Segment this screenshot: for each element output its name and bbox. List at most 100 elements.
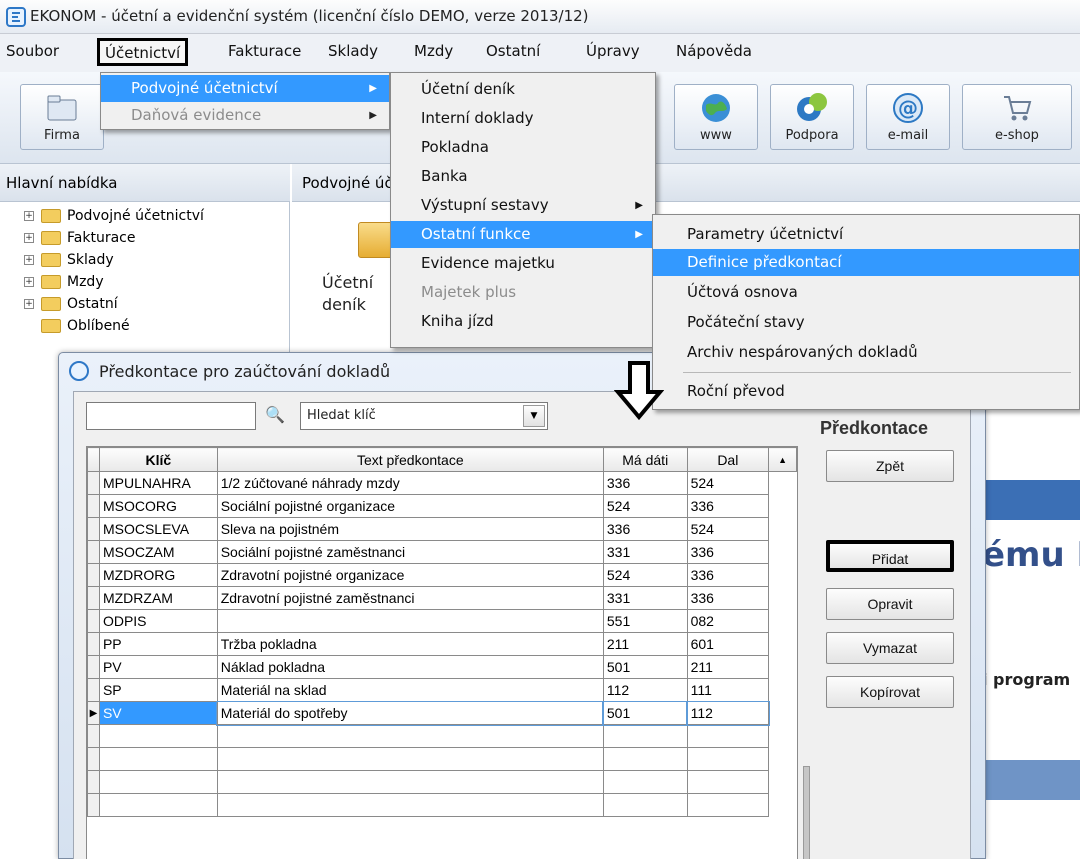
table-row[interactable]: SP Materiál na sklad 112 111	[87, 678, 797, 702]
search-field-select[interactable]: Hledat klíč ▼	[300, 402, 548, 430]
menu-sklady[interactable]: Sklady	[328, 41, 378, 61]
cell-dal[interactable]: 601	[686, 632, 770, 656]
expand-icon[interactable]: +	[24, 233, 34, 243]
table-row[interactable]	[87, 793, 797, 817]
table-row[interactable]: MZDRZAM Zdravotní pojistné zaměstnanci 331…	[87, 586, 797, 610]
predkontace-grid[interactable]: Klíč Text předkontace Má dáti Dal ▲ MPUL…	[86, 446, 798, 859]
cell-dal[interactable]: 336	[686, 540, 770, 564]
row-indicator[interactable]	[87, 655, 100, 679]
menu-item-vystupni-sestavy[interactable]: Výstupní sestavy ▶	[391, 192, 655, 219]
menu-item-danova-evidence[interactable]: Daňová evidence ▶	[101, 102, 389, 129]
binoculars-icon[interactable]: 🔍	[262, 402, 288, 428]
cell-ma-dati[interactable]: 211	[602, 632, 688, 656]
menu-item-kniha-jizd[interactable]: Kniha jízd	[391, 308, 655, 335]
menu-ostatni[interactable]: Ostatní	[486, 41, 540, 61]
cell-ma-dati[interactable]: 336	[602, 517, 688, 541]
cell-klic[interactable]: PV	[98, 655, 218, 679]
col-header-text[interactable]: Text předkontace	[216, 447, 604, 472]
row-indicator[interactable]	[87, 724, 100, 748]
opravit-button[interactable]: Opravit	[826, 588, 954, 620]
cell-ma-dati[interactable]: 331	[602, 586, 688, 610]
row-indicator[interactable]	[87, 540, 100, 564]
cell-ma-dati[interactable]	[602, 724, 688, 748]
cell-dal[interactable]: 524	[686, 471, 770, 495]
row-pointer-icon[interactable]: ▶	[87, 701, 100, 725]
row-indicator[interactable]	[87, 609, 100, 633]
vertical-scrollbar[interactable]	[803, 766, 810, 859]
row-indicator[interactable]	[87, 471, 100, 495]
row-indicator[interactable]	[87, 678, 100, 702]
table-row[interactable]: PV Náklad pokladna 501 211	[87, 655, 797, 679]
cell-ma-dati[interactable]: 501	[602, 655, 688, 679]
cell-klic[interactable]: MZDRZAM	[98, 586, 218, 610]
cell-ma-dati[interactable]: 331	[602, 540, 688, 564]
menu-item-rocni-prevod[interactable]: Roční převod	[653, 378, 1079, 405]
cell-klic[interactable]: SV	[98, 701, 218, 725]
menu-item-podvojne-ucetnictvi[interactable]: Podvojné účetnictví ▶	[101, 75, 389, 102]
row-indicator[interactable]	[87, 494, 100, 518]
cell-dal[interactable]: 336	[686, 563, 770, 587]
cell-text[interactable]: Materiál na sklad	[216, 678, 604, 702]
expand-icon[interactable]: +	[24, 299, 34, 309]
toolbar-podpora-button[interactable]: Podpora	[770, 84, 854, 150]
cell-klic[interactable]: MPULNAHRA	[98, 471, 218, 495]
col-header-dal[interactable]: Dal	[686, 447, 770, 472]
cell-text[interactable]: Náklad pokladna	[216, 655, 604, 679]
kopirovat-button[interactable]: Kopírovat	[826, 676, 954, 708]
cell-klic[interactable]	[98, 747, 218, 771]
table-row[interactable]: ODPIS 551 082	[87, 609, 797, 633]
cell-klic[interactable]: MSOCZAM	[98, 540, 218, 564]
cell-text[interactable]	[216, 793, 604, 817]
cell-klic[interactable]: MSOCSLEVA	[98, 517, 218, 541]
table-row[interactable]: MSOCSLEVA Sleva na pojistném 336 524	[87, 517, 797, 541]
cell-dal[interactable]	[686, 724, 770, 748]
col-header-ma-dati[interactable]: Má dáti	[602, 447, 688, 472]
cell-dal[interactable]: 082	[686, 609, 770, 633]
cell-text[interactable]: Sleva na pojistném	[216, 517, 604, 541]
cell-klic[interactable]: MZDRORG	[98, 563, 218, 587]
cell-text[interactable]: Zdravotní pojistné zaměstnanci	[216, 586, 604, 610]
cell-dal[interactable]: 336	[686, 494, 770, 518]
cell-ma-dati[interactable]: 524	[602, 494, 688, 518]
cell-text[interactable]: Sociální pojistné zaměstnanci	[216, 540, 604, 564]
cell-dal[interactable]	[686, 770, 770, 794]
toolbar-firma-button[interactable]: Firma	[20, 84, 104, 150]
cell-dal[interactable]: 211	[686, 655, 770, 679]
table-row[interactable]: MSOCZAM Sociální pojistné zaměstnanci 331 3…	[87, 540, 797, 564]
menu-item-pokladna[interactable]: Pokladna	[391, 134, 655, 161]
expand-icon[interactable]: +	[24, 211, 34, 221]
row-indicator[interactable]	[87, 586, 100, 610]
menu-item-evidence-majetku[interactable]: Evidence majetku	[391, 250, 655, 277]
cell-dal[interactable]	[686, 793, 770, 817]
cell-klic[interactable]	[98, 724, 218, 748]
cell-klic[interactable]	[98, 793, 218, 817]
row-indicator[interactable]	[87, 793, 100, 817]
cell-klic[interactable]: MSOCORG	[98, 494, 218, 518]
menu-item-parametry-ucetnictvi[interactable]: Parametry účetnictví	[653, 221, 1079, 248]
cell-text[interactable]	[216, 609, 604, 633]
table-row[interactable]: ▶ SV Materiál do spotřeby 501 112	[87, 700, 797, 726]
scroll-up-icon[interactable]: ▲	[768, 447, 797, 472]
tile-ucetni-denik[interactable]: Účetní deník	[322, 272, 373, 316]
cell-text[interactable]: Zdravotní pojistné organizace	[216, 563, 604, 587]
cell-ma-dati[interactable]	[602, 770, 688, 794]
cell-text[interactable]: Sociální pojistné organizace	[216, 494, 604, 518]
cell-text[interactable]: 1/2 zúčtované náhrady mzdy	[216, 471, 604, 495]
table-row[interactable]: MPULNAHRA 1/2 zúčtované náhrady mzdy 336 52…	[87, 471, 797, 495]
cell-dal[interactable]: 524	[686, 517, 770, 541]
menu-item-interni-doklady[interactable]: Interní doklady	[391, 105, 655, 132]
table-row[interactable]	[87, 770, 797, 794]
menu-item-banka[interactable]: Banka	[391, 163, 655, 190]
row-indicator[interactable]	[87, 517, 100, 541]
menu-mzdy[interactable]: Mzdy	[414, 41, 453, 61]
cell-dal[interactable]: 111	[686, 678, 770, 702]
toolbar-email-button[interactable]: @ e-mail	[866, 84, 950, 150]
cell-text[interactable]: Tržba pokladna	[216, 632, 604, 656]
cell-dal[interactable]: 336	[686, 586, 770, 610]
cell-dal[interactable]: 112	[686, 700, 770, 726]
cell-dal[interactable]	[686, 747, 770, 771]
table-row[interactable]: MZDRORG Zdravotní pojistné organizace 524 3…	[87, 563, 797, 587]
zpet-button[interactable]: Zpět	[826, 450, 954, 482]
menu-ucetnictvi[interactable]: Účetnictví	[97, 38, 189, 66]
cell-ma-dati[interactable]: 524	[602, 563, 688, 587]
